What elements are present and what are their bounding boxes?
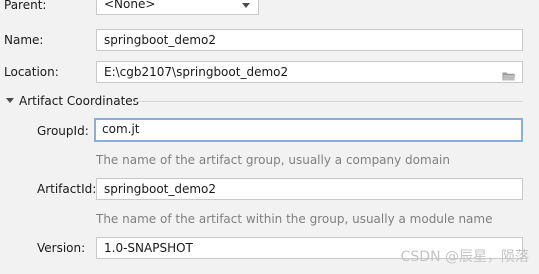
name-label: Name: [4, 33, 44, 47]
artifact-section-title: Artifact Coordinates [19, 94, 139, 108]
groupid-input-value: com.jt [102, 122, 140, 136]
folder-icon[interactable] [502, 67, 516, 81]
location-input[interactable]: E:\cgb2107\springboot_demo2 [96, 61, 523, 83]
version-input-value: 1.0-SNAPSHOT [104, 241, 193, 255]
version-label: Version: [37, 241, 86, 255]
location-label: Location: [4, 65, 59, 79]
groupid-label: GroupId: [37, 124, 89, 138]
name-input[interactable]: springboot_demo2 [96, 29, 523, 51]
groupid-hint: The name of the artifact group, usually … [96, 153, 450, 167]
chevron-down-icon [242, 3, 250, 8]
watermark-text: CSDN @辰星，陨落 [400, 249, 529, 265]
artifactid-hint: The name of the artifact within the grou… [96, 212, 493, 226]
section-divider [135, 101, 523, 102]
location-input-value: E:\cgb2107\springboot_demo2 [104, 65, 289, 79]
artifactid-input-value: springboot_demo2 [104, 182, 217, 196]
parent-label: Parent: [4, 0, 47, 12]
artifactid-label: ArtifactId: [37, 182, 97, 196]
parent-dropdown[interactable]: <None> [96, 0, 259, 15]
name-input-value: springboot_demo2 [104, 33, 217, 47]
parent-dropdown-value: <None> [104, 0, 156, 11]
section-collapse-icon[interactable] [6, 98, 14, 103]
artifactid-input[interactable]: springboot_demo2 [96, 178, 523, 200]
groupid-input[interactable]: com.jt [94, 118, 523, 142]
